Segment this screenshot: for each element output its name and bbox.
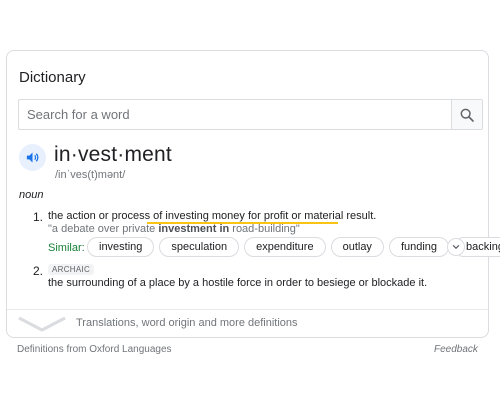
headword: in·vest·ment xyxy=(54,143,172,166)
similar-label: Similar: xyxy=(48,242,85,254)
archaic-badge: ARCHAIC xyxy=(48,264,95,275)
sense-number: 1. xyxy=(33,210,44,224)
dictionary-card: Dictionary in·vest·ment /inˈves(t)mənt/ … xyxy=(6,50,500,338)
similar-chip[interactable]: funding xyxy=(388,237,450,257)
chevron-down-icon xyxy=(18,316,66,332)
similar-chips: investing speculation expenditure outlay… xyxy=(87,237,500,257)
phonetic: /inˈves(t)mənt/ xyxy=(55,169,126,181)
search-box xyxy=(18,99,483,130)
pronunciation-audio-button[interactable] xyxy=(19,144,46,171)
definition: the surrounding of a place by a hostile … xyxy=(48,277,428,289)
more-similar-button[interactable] xyxy=(447,238,465,256)
definition: the action or process of investing money… xyxy=(48,210,376,222)
speaker-icon xyxy=(26,152,39,163)
example-text: "a debate over private xyxy=(48,223,159,235)
search-input[interactable] xyxy=(19,100,451,129)
similar-chip[interactable]: outlay xyxy=(330,237,384,257)
definition-text: the action or process of xyxy=(48,210,166,222)
similar-chip[interactable]: expenditure xyxy=(244,237,326,257)
card-title: Dictionary xyxy=(19,69,86,86)
example-bold-text: investment in xyxy=(158,223,230,235)
example-text-after: road-building" xyxy=(229,223,300,235)
more-definitions-button[interactable]: Translations, word origin and more defin… xyxy=(7,310,488,338)
similar-chip[interactable]: investing xyxy=(87,237,155,257)
source-attribution: Definitions from Oxford Languages xyxy=(17,344,172,355)
chevron-down-icon xyxy=(452,244,460,250)
search-icon xyxy=(460,108,474,122)
more-definitions-label: Translations, word origin and more defin… xyxy=(76,317,298,329)
part-of-speech: noun xyxy=(19,189,44,201)
example-sentence: "a debate over private investment in roa… xyxy=(48,223,300,235)
similar-chip[interactable]: speculation xyxy=(159,237,240,257)
sense-number: 2. xyxy=(33,264,44,278)
search-button[interactable] xyxy=(451,100,482,129)
highlighted-definition: investing money for profit or material r… xyxy=(165,210,377,222)
feedback-link[interactable]: Feedback xyxy=(434,344,478,355)
